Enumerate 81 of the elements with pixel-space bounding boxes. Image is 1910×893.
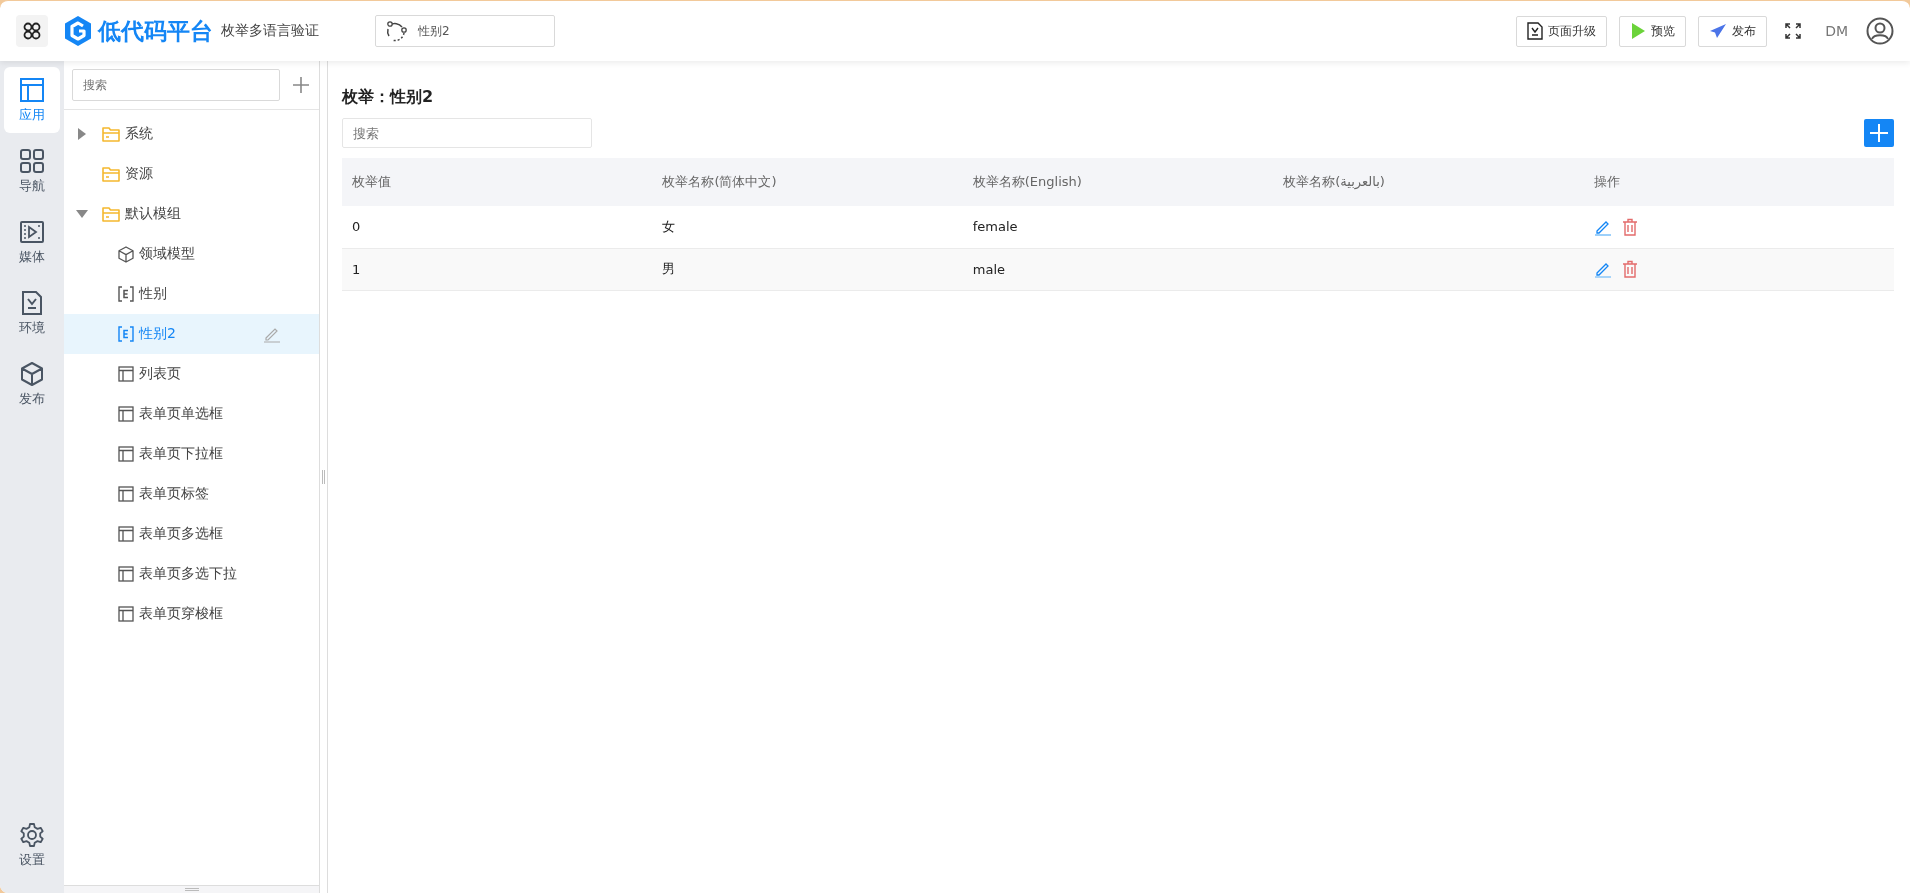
search-field[interactable]: 搜索 [342,118,592,148]
search-field[interactable]: 搜索 [72,69,280,101]
tree-item[interactable]: 表单页下拉框 [64,434,319,474]
resize-handle[interactable] [184,888,199,891]
avatar-button[interactable] [1866,17,1894,45]
logo-icon [64,15,92,47]
add-button[interactable] [1864,119,1894,147]
layout-icon [118,446,134,462]
table-cell: 男 [662,261,676,276]
expand-caret-icon [78,128,86,140]
collapse-caret-icon [76,210,88,218]
tree-item[interactable]: 表单页单选框 [64,394,319,434]
tree-item[interactable]: 默认模组 [64,194,319,234]
delete-button[interactable] [1621,217,1638,236]
brand-name: 低代码平台 [98,16,213,46]
flow-icon [384,19,408,43]
avatar-icon [1866,17,1894,45]
table-cell: 1 [352,261,361,277]
folder-icon [102,126,120,142]
layout-icon [118,606,134,622]
tree-item[interactable]: 性别 [64,274,319,314]
delete-button[interactable] [1621,260,1638,278]
layout-icon [118,406,134,422]
play-icon [1630,22,1647,40]
expand-icon [1785,23,1802,39]
publish-button[interactable]: 发布 [1698,15,1768,47]
table-cell: 0 [352,219,361,235]
tree-item[interactable]: 资源 [64,154,319,194]
tree-item[interactable]: 表单页穿梭框 [64,594,319,634]
page-tab[interactable]: 性别2 [375,15,555,47]
trash-icon [1621,217,1638,236]
document-icon [19,289,45,316]
plus-icon [292,76,310,94]
column-header: 枚举名称(English) [962,158,1274,206]
layout-icon [118,486,134,502]
enum-icon [118,326,134,342]
table-cell: male [972,261,1006,277]
plus-icon [1869,123,1889,143]
column-header: 枚举值 [342,158,653,206]
paper-plane-icon [1709,23,1728,39]
fullscreen-button[interactable] [1785,23,1802,39]
rail-item[interactable]: 应用 [4,67,60,133]
column-header: 枚举名称(بالعربية) [1273,158,1584,206]
column-header: 操作 [1583,158,1894,206]
tree-item[interactable]: 表单页多选下拉 [64,554,319,594]
tree-item[interactable]: 表单页标签 [64,474,319,514]
table-cell: 女 [662,218,676,234]
settings-item[interactable]: 设置 [4,812,60,878]
folder-icon [102,206,120,222]
cube-icon [19,360,45,387]
layout-icon [118,366,134,382]
preview-button[interactable]: 预览 [1619,15,1687,47]
cube-icon [118,245,134,263]
video-icon [19,218,45,245]
tree-item[interactable]: 领域模型 [64,234,319,274]
rail-item[interactable]: 导航 [4,138,60,204]
apps-icon [22,21,42,41]
tree-item[interactable]: 表单页多选框 [64,514,319,554]
upgrade-button[interactable]: 页面升级 [1516,15,1608,47]
layout-icon [118,526,134,542]
project-name: 枚举多语言验证 [221,22,319,40]
user-initials: DM [1825,23,1848,39]
add-button[interactable] [292,76,310,94]
rail-item[interactable]: 发布 [4,351,60,417]
splitter-handle[interactable] [322,470,325,484]
layout-icon [19,76,45,103]
trash-icon [1621,260,1638,278]
enum-icon [118,286,134,302]
rail-item[interactable]: 环境 [4,280,60,346]
tree-item[interactable]: 列表页 [64,354,319,394]
settings-icon [19,821,45,848]
layout-icon [118,566,134,582]
page-title: 枚举：性别2 [342,87,435,108]
column-header: 枚举名称(简体中文) [652,158,963,206]
apps-button[interactable] [16,15,48,47]
tree-item[interactable]: 系统 [64,114,319,154]
grid-icon [19,147,45,174]
table-cell: female [972,219,1018,235]
rail-item[interactable]: 媒体 [4,209,60,275]
folder-icon [102,166,120,182]
document-icon [1527,22,1544,40]
